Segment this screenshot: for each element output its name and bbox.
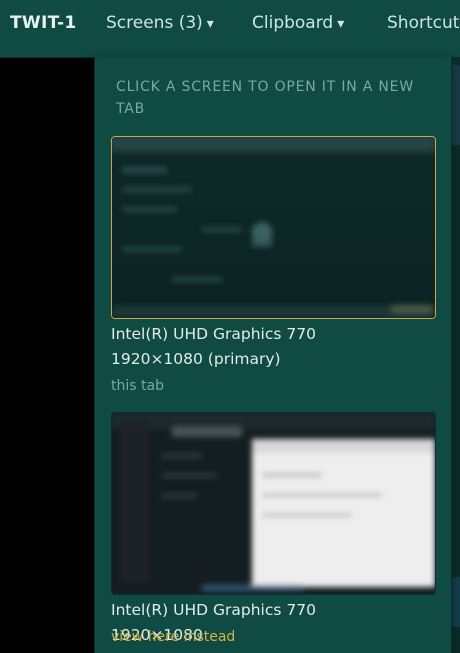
app-brand[interactable]: TWIT-1: [10, 13, 76, 33]
chevron-down-icon: ▾: [206, 16, 214, 32]
screen-preview-image: [112, 137, 435, 318]
screen-thumbnail-1[interactable]: [111, 136, 436, 319]
chevron-down-icon: ▾: [337, 16, 345, 32]
clipboard-menu[interactable]: Clipboard ▾: [252, 13, 344, 33]
clipboard-menu-label: Clipboard: [252, 13, 334, 33]
shortcuts-menu[interactable]: Shortcuts: [387, 13, 460, 33]
screen-status-current: this tab: [111, 378, 164, 394]
screens-menu-label: Screens (3): [106, 13, 203, 33]
screens-menu[interactable]: Screens (3) ▾: [106, 13, 214, 33]
screen-preview-image: [112, 413, 435, 594]
screen-name-1: Intel(R) UHD Graphics 770 1920×1080 (pri…: [111, 325, 316, 368]
dropdown-hint: CLICK A SCREEN TO OPEN IT IN A NEW TAB: [116, 79, 414, 117]
shortcuts-menu-label: Shortcuts: [387, 13, 460, 33]
top-navigation-bar: TWIT-1 Screens (3)▾ Clipboard▾ Shortcuts: [0, 0, 460, 58]
app-window: TWIT-1 Screens (3)▾ Clipboard▾ Shortcuts…: [0, 0, 460, 653]
screens-dropdown: CLICK A SCREEN TO OPEN IT IN A NEW TAB I…: [94, 57, 452, 653]
screen-thumbnail-2[interactable]: [111, 412, 436, 595]
view-here-instead-link[interactable]: view here instead: [111, 629, 235, 645]
